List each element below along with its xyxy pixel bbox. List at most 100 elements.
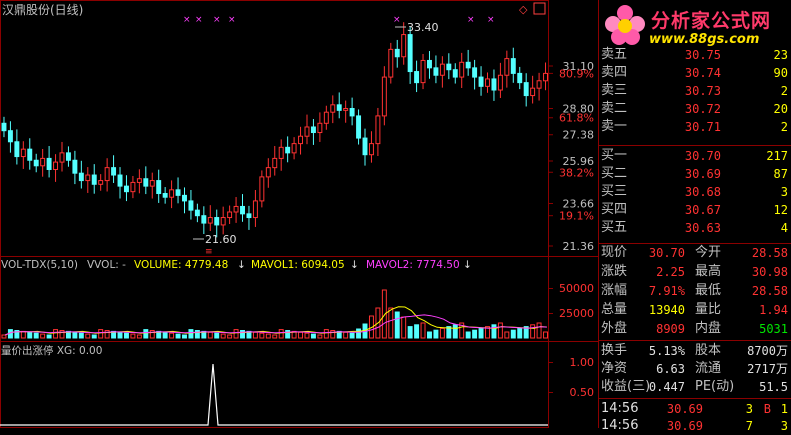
candle-body — [175, 189, 181, 196]
price-axis-label: 38.2% — [559, 166, 594, 179]
candle-body — [14, 141, 20, 158]
volume-bar — [175, 333, 181, 339]
stat-value: 6.63 — [656, 362, 685, 376]
quote-value: 8909 — [656, 322, 685, 336]
vol-indicator-label[interactable]: VOL-TDX(5,10) — [1, 259, 78, 271]
candle-body — [46, 157, 52, 170]
svg-text:×: × — [393, 15, 401, 25]
tick-row[interactable]: 14:56 30.69 3 B 1 — [599, 400, 791, 418]
diamond-icon[interactable]: ◇ — [519, 3, 528, 16]
quote-label: 最低 — [695, 283, 722, 298]
mavol1-down-arrow: ↓ — [350, 259, 359, 271]
volume-bar — [349, 332, 355, 339]
candle-body — [407, 34, 413, 73]
ask-row[interactable]: 卖三 30.73 2 — [599, 82, 791, 100]
candle-body — [504, 58, 510, 76]
candle-body — [85, 174, 91, 182]
bid-row[interactable]: 买三 30.68 3 — [599, 183, 791, 201]
volume-bar — [1, 334, 7, 339]
book-level-qty: 2 — [780, 120, 788, 134]
candle-body — [240, 205, 245, 215]
quote-label: 外盘 — [601, 321, 628, 336]
volume-down-arrow: ↓ — [237, 259, 246, 271]
mavol2-line — [5, 314, 547, 336]
tick-count: 3 — [780, 419, 788, 433]
stat-label: PE(动) — [695, 379, 735, 394]
candle-body — [452, 69, 458, 78]
stat-label: 净资 — [601, 361, 628, 376]
quote-panel: 分析家公式网 www.88gs.com 卖五 30.75 23 卖四 30.74 90 卖三… — [599, 0, 791, 433]
logo-url: www.88gs.com — [649, 32, 760, 47]
volume-bar — [272, 334, 278, 339]
candle-body — [78, 172, 84, 182]
volume-bar — [162, 331, 168, 339]
candle-body — [53, 161, 59, 170]
ask-row[interactable]: 卖五 30.75 23 — [599, 46, 791, 64]
volume-bar — [33, 332, 39, 339]
candle-body — [446, 63, 452, 71]
candle-body — [149, 180, 155, 187]
candle-body — [285, 146, 291, 154]
candle-body — [72, 159, 78, 174]
quote-row: 涨跌 2.25 最高 30.98 — [599, 263, 791, 281]
candle-body — [1, 122, 7, 132]
tick-row[interactable]: 14:56 30.69 7 3 — [599, 417, 791, 435]
book-level-qty: 2 — [780, 84, 788, 98]
quote-label: 现价 — [601, 245, 628, 260]
volume-bar — [40, 333, 46, 339]
book-level-label: 卖五 — [601, 47, 628, 62]
tick-time: 14:56 — [601, 401, 639, 416]
bid-row[interactable]: 买四 30.67 12 — [599, 201, 791, 219]
candle-body — [123, 185, 129, 193]
tick-side: B — [763, 402, 771, 416]
signal-axis-label-low: 0.50 — [570, 386, 595, 399]
book-level-price: 30.67 — [684, 203, 721, 217]
candle-body — [523, 82, 529, 97]
stat-row: 收益(三) 0.447 PE(动) 51.5 — [599, 378, 791, 396]
volume-bar — [91, 334, 97, 339]
top-markers: × × × × × × × — [183, 15, 495, 25]
candle-body — [485, 78, 490, 87]
book-level-price: 30.71 — [684, 120, 721, 134]
candle-body — [375, 115, 381, 145]
candle-body — [304, 126, 310, 137]
signal-label[interactable]: 量价出涨停 XG: 0.00 — [1, 344, 102, 357]
candle-body — [343, 108, 349, 111]
candle-body — [143, 178, 149, 187]
candle-body — [156, 180, 162, 195]
candle-body — [252, 200, 258, 219]
volume-bar — [72, 331, 78, 339]
candle-body — [439, 63, 445, 76]
trough-marker: ≡ — [205, 247, 213, 257]
quote-row: 涨幅 7.91% 最低 28.58 — [599, 282, 791, 300]
candle-body — [478, 76, 484, 87]
candle-body — [259, 176, 265, 202]
restore-window-icon[interactable] — [533, 2, 546, 15]
stat-value: 5.13% — [648, 344, 685, 358]
candle-body — [33, 159, 39, 167]
stat-label: 流通 — [695, 361, 722, 376]
quote-value: 30.98 — [751, 265, 788, 279]
ask-row[interactable]: 卖二 30.72 20 — [599, 100, 791, 118]
ask-row[interactable]: 卖四 30.74 90 — [599, 64, 791, 82]
candle-body — [65, 152, 71, 161]
quote-value: 2.25 — [656, 265, 685, 279]
book-level-price: 30.69 — [684, 167, 721, 181]
book-level-label: 卖一 — [601, 119, 628, 134]
candle-body — [130, 181, 136, 193]
book-level-price: 30.70 — [684, 149, 721, 163]
peak-label: 33.40 — [407, 21, 439, 34]
candle-body — [182, 194, 187, 202]
bid-row[interactable]: 买二 30.69 87 — [599, 165, 791, 183]
vvol-label: VVOL: - — [87, 259, 126, 271]
ask-row[interactable]: 卖一 30.71 2 — [599, 118, 791, 136]
volume-bar — [394, 311, 400, 339]
kline-chart-area[interactable]: 汉鼎股份(日线) × × × × × × × ◇ 31.1080.9%28.8061.8%… — [0, 0, 599, 428]
bid-row[interactable]: 买五 30.63 4 — [599, 219, 791, 237]
bid-row[interactable]: 买一 30.70 217 — [599, 147, 791, 165]
volume-bar — [98, 329, 104, 339]
candle-body — [317, 122, 323, 134]
book-level-qty: 12 — [773, 203, 788, 217]
book-level-qty: 90 — [773, 66, 788, 80]
candle-body — [298, 135, 304, 145]
